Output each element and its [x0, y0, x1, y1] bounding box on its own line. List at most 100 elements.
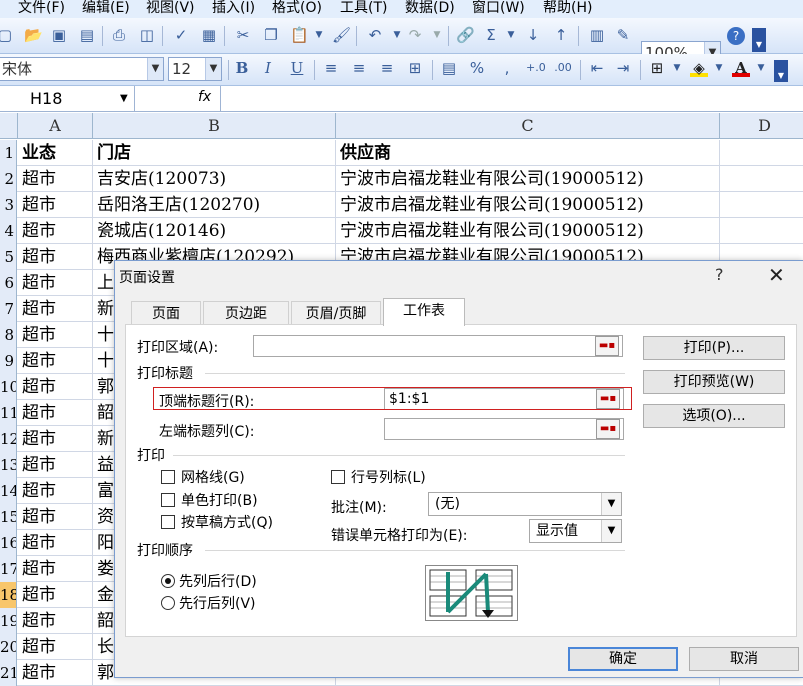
chevron-down-icon[interactable]: ▼	[147, 58, 163, 80]
menu-insert[interactable]: 插入(I)	[212, 0, 255, 17]
cell-store[interactable]: 瓷城店(120146)	[93, 218, 336, 244]
cell-format[interactable]: 超市	[18, 582, 93, 608]
decrease-decimal-icon[interactable]: .00	[554, 59, 572, 77]
research-icon[interactable]: ▦	[200, 26, 218, 44]
print-preview-button[interactable]: 打印预览(W)	[643, 370, 785, 394]
row-header[interactable]: 19	[0, 608, 17, 634]
font-color-dropdown-icon[interactable]: ▼	[752, 59, 770, 77]
ok-button[interactable]: 确定	[568, 647, 678, 671]
row-header[interactable]: 13	[0, 452, 17, 478]
row-header[interactable]: 14	[0, 478, 17, 504]
borders-dropdown-icon[interactable]: ▼	[668, 59, 686, 77]
cell-store[interactable]: 岳阳洛王店(120270)	[93, 192, 336, 218]
row-header[interactable]: 1	[0, 140, 17, 166]
copy-icon[interactable]: ❐	[262, 26, 280, 44]
menu-data[interactable]: 数据(D)	[405, 0, 455, 17]
menu-view[interactable]: 视图(V)	[146, 0, 195, 17]
row-header[interactable]: 7	[0, 296, 17, 322]
cell-format[interactable]: 超市	[18, 400, 93, 426]
drawing-icon[interactable]: ✎	[614, 26, 632, 44]
cell-format[interactable]: 超市	[18, 530, 93, 556]
menu-format[interactable]: 格式(O)	[272, 0, 322, 17]
left-columns-input[interactable]	[384, 418, 624, 440]
row-header[interactable]: 15	[0, 504, 17, 530]
print-button[interactable]: 打印(P)...	[643, 336, 785, 360]
help-icon[interactable]: ?	[727, 27, 745, 45]
options-button[interactable]: 选项(O)...	[643, 404, 785, 428]
toolbar-options-icon[interactable]: ▼	[752, 28, 766, 52]
column-header-a[interactable]: A	[18, 113, 93, 139]
chevron-down-icon[interactable]: ▼	[601, 520, 621, 542]
chevron-down-icon[interactable]: ▼	[601, 493, 621, 515]
sort-ascending-icon[interactable]: ↓	[524, 26, 542, 44]
gridlines-checkbox[interactable]	[161, 470, 175, 484]
comma-button[interactable]: ,	[498, 59, 516, 77]
fill-color-dropdown-icon[interactable]: ▼	[710, 59, 728, 77]
header-cell-format[interactable]: 业态	[18, 140, 93, 166]
column-header-b[interactable]: B	[93, 113, 336, 139]
cell-format[interactable]: 超市	[18, 374, 93, 400]
sort-descending-icon[interactable]: ↑	[552, 26, 570, 44]
underline-button[interactable]: U	[288, 59, 306, 77]
row-header[interactable]: 11	[0, 400, 17, 426]
select-all-corner[interactable]	[0, 113, 18, 139]
undo-icon[interactable]: ↶	[366, 26, 384, 44]
redo-dropdown-icon[interactable]: ▼	[428, 26, 446, 44]
align-right-icon[interactable]: ≡	[378, 59, 396, 77]
down-then-over-radio[interactable]	[161, 574, 175, 588]
cell-format[interactable]: 超市	[18, 322, 93, 348]
comments-select[interactable]: (无) ▼	[428, 492, 622, 516]
cell-format[interactable]: 超市	[18, 348, 93, 374]
draft-checkbox[interactable]	[161, 515, 175, 529]
over-then-down-radio[interactable]	[161, 596, 175, 610]
cell-format[interactable]: 超市	[18, 426, 93, 452]
cell-format[interactable]: 超市	[18, 504, 93, 530]
column-header-d[interactable]: D	[720, 113, 803, 139]
row-col-headers-checkbox[interactable]	[331, 470, 345, 484]
row-header[interactable]: 4	[0, 218, 17, 244]
font-size-combo[interactable]: 12 ▼	[168, 57, 222, 81]
menu-file[interactable]: 文件(F)	[18, 0, 65, 17]
cell[interactable]	[720, 166, 803, 192]
borders-icon[interactable]: ⊞	[648, 59, 666, 77]
autosum-dropdown-icon[interactable]: ▼	[502, 26, 520, 44]
formula-input[interactable]	[220, 86, 803, 111]
cell-supplier[interactable]: 宁波市启福龙鞋业有限公司(19000512)	[336, 166, 720, 192]
cell[interactable]	[720, 192, 803, 218]
row-header[interactable]: 20	[0, 634, 17, 660]
cell-format[interactable]: 超市	[18, 166, 93, 192]
row-header[interactable]: 2	[0, 166, 17, 192]
chart-wizard-icon[interactable]: ▥	[588, 26, 606, 44]
bold-button[interactable]: B	[233, 59, 251, 77]
row-header[interactable]: 8	[0, 322, 17, 348]
paste-dropdown-icon[interactable]: ▼	[310, 26, 328, 44]
row-header[interactable]: 6	[0, 270, 17, 296]
permission-icon[interactable]: ▤	[78, 26, 96, 44]
row-header[interactable]: 5	[0, 244, 17, 270]
chevron-down-icon[interactable]: ▼	[120, 86, 128, 111]
cell[interactable]	[720, 140, 803, 166]
cell-format[interactable]: 超市	[18, 192, 93, 218]
currency-icon[interactable]: ▤	[440, 59, 458, 77]
toolbar-options-icon[interactable]: ▼	[774, 60, 788, 82]
undo-dropdown-icon[interactable]: ▼	[388, 26, 406, 44]
tab-sheet[interactable]: 工作表	[383, 298, 465, 326]
row-header[interactable]: 17	[0, 556, 17, 582]
format-painter-icon[interactable]: 🖌	[332, 26, 351, 44]
menu-tools[interactable]: 工具(T)	[340, 0, 387, 17]
row-header[interactable]: 3	[0, 192, 17, 218]
cut-icon[interactable]: ✂	[234, 26, 252, 44]
decrease-indent-icon[interactable]: ⇤	[588, 59, 606, 77]
autosum-icon[interactable]: Σ	[482, 26, 500, 44]
cell-format[interactable]: 超市	[18, 556, 93, 582]
tab-page[interactable]: 页面	[131, 301, 201, 325]
new-icon[interactable]: ▢	[0, 26, 14, 44]
paste-icon[interactable]: 📋	[290, 26, 309, 44]
row-header[interactable]: 21	[0, 660, 17, 686]
spelling-icon[interactable]: ✓	[172, 26, 190, 44]
cell-format[interactable]: 超市	[18, 452, 93, 478]
font-combo[interactable]: 宋体 ▼	[0, 57, 164, 81]
cell-format[interactable]: 超市	[18, 244, 93, 270]
collapse-dialog-icon[interactable]: ▬▪	[595, 336, 619, 356]
increase-decimal-icon[interactable]: +.0	[526, 59, 546, 77]
